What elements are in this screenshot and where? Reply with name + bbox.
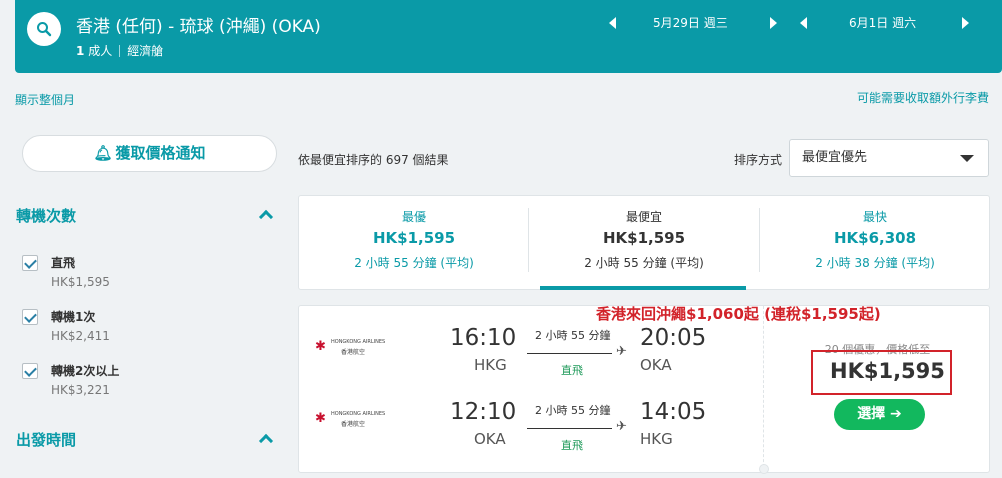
- airline-mark-icon: ✱: [315, 339, 326, 354]
- departure-time: 12:10: [450, 399, 517, 425]
- passenger-count: 1: [76, 44, 85, 58]
- arrival-airport: OKA: [640, 356, 672, 374]
- filter-price: HK$1,595: [51, 275, 110, 289]
- flight-duration: 2 小時 55 分鐘: [535, 404, 611, 417]
- passenger-type: 成人: [88, 44, 113, 58]
- search-summary-bar: 香港 (任何) - 琉球 (沖繩) (OKA) 1 成人 經濟艙 5月29日 週三…: [15, 0, 1002, 73]
- promo-annotation: 香港來回沖繩$1,060起 (連稅$1,595起): [596, 305, 881, 323]
- airline-logo: ✱ HONGKONG AIRLINES 香港航空: [315, 336, 385, 356]
- filter-label: 轉機1次: [51, 310, 96, 324]
- tab-price: HK$6,308: [833, 229, 917, 247]
- stops-label: 直飛: [561, 439, 583, 452]
- baggage-fee-link[interactable]: 可能需要收取額外行李費: [857, 89, 989, 106]
- search-button[interactable]: [27, 12, 61, 46]
- sort-label: 排序方式: [734, 153, 783, 167]
- checkbox-direct[interactable]: [22, 255, 38, 271]
- prev-return-date-button[interactable]: [800, 17, 807, 29]
- tab-price: HK$1,595: [602, 229, 686, 247]
- filter-label: 轉機2次以上: [51, 364, 120, 378]
- tab-duration: 2 小時 55 分鐘 (平均): [584, 256, 704, 270]
- flight-result-card[interactable]: ✱ HONGKONG AIRLINES 香港航空 16:10 HKG 2 小時 …: [298, 305, 990, 473]
- tab-duration: 2 小時 55 分鐘 (平均): [354, 256, 474, 270]
- results-count: 依最便宜排序的 697 個結果: [298, 153, 449, 167]
- price-highlight-box: [811, 350, 952, 395]
- chevron-up-icon[interactable]: [258, 433, 274, 449]
- price-alert-button[interactable]: 🔔︎ 獲取價格通知: [22, 135, 277, 172]
- show-month-link[interactable]: 顯示整個月: [15, 91, 75, 108]
- price-alert-label: 獲取價格通知: [115, 144, 206, 162]
- airline-name-en: HONGKONG AIRLINES: [331, 411, 386, 417]
- chevron-up-icon[interactable]: [258, 209, 274, 225]
- arrival-time: 14:05: [640, 399, 707, 425]
- divider: [119, 45, 121, 57]
- next-depart-date-button[interactable]: [770, 17, 777, 29]
- summary-tabs: 最優 HK$1,595 2 小時 55 分鐘 (平均) 最便宜 HK$1,595…: [298, 195, 990, 290]
- prev-depart-date-button[interactable]: [609, 17, 616, 29]
- airline-name-en: HONGKONG AIRLINES: [331, 339, 386, 345]
- plane-icon: ✈: [616, 344, 627, 359]
- airline-logo: ✱ HONGKONG AIRLINES 香港航空: [315, 408, 385, 428]
- arrival-airport: HKG: [640, 430, 673, 448]
- airline-mark-icon: ✱: [315, 411, 326, 426]
- tab-cheapest[interactable]: 最便宜 HK$1,595 2 小時 55 分鐘 (平均): [529, 196, 759, 289]
- departure-airport: HKG: [474, 356, 507, 374]
- tab-best[interactable]: 最優 HK$1,595 2 小時 55 分鐘 (平均): [299, 196, 529, 289]
- flight-duration: 2 小時 55 分鐘: [535, 329, 611, 342]
- checkbox-one-stop[interactable]: [22, 309, 38, 325]
- tab-title: 最優: [401, 210, 426, 224]
- passenger-cabin-summary[interactable]: 1 成人 經濟艙: [76, 42, 163, 59]
- tab-title: 最快: [862, 210, 887, 224]
- sort-value: 最便宜優先: [802, 150, 868, 165]
- filter-price: HK$2,411: [51, 329, 110, 343]
- tab-fastest[interactable]: 最快 HK$6,308 2 小時 38 分鐘 (平均): [760, 196, 990, 289]
- next-return-date-button[interactable]: [962, 17, 969, 29]
- search-icon: [37, 22, 52, 37]
- select-button[interactable]: 選擇 ➔: [834, 399, 925, 430]
- active-tab-indicator: [540, 286, 746, 290]
- depart-date[interactable]: 5月29日 週三: [653, 14, 728, 31]
- airline-name-zh: 香港航空: [341, 421, 366, 428]
- departure-airport: OKA: [474, 430, 506, 448]
- filter-label: 直飛: [51, 256, 76, 270]
- checkbox-two-plus-stops[interactable]: [22, 363, 38, 379]
- departure-time: 16:10: [450, 325, 517, 351]
- return-date[interactable]: 6月1日 週六: [849, 14, 916, 31]
- tab-duration: 2 小時 38 分鐘 (平均): [815, 256, 935, 270]
- tab-price: HK$1,595: [372, 229, 456, 247]
- arrival-time: 20:05: [640, 325, 707, 351]
- cabin-class: 經濟艙: [127, 44, 164, 58]
- stops-section-title[interactable]: 轉機次數: [16, 205, 76, 226]
- filter-price: HK$3,221: [51, 383, 110, 397]
- flight-line: [527, 353, 612, 354]
- stops-label: 直飛: [561, 364, 583, 377]
- tab-title: 最便宜: [625, 210, 662, 224]
- route-title[interactable]: 香港 (任何) - 琉球 (沖繩) (OKA): [76, 12, 321, 37]
- card-notch: [759, 464, 769, 474]
- sort-select[interactable]: 最便宜優先: [789, 139, 989, 177]
- plane-icon: ✈: [616, 419, 627, 434]
- caret-down-icon: [960, 155, 974, 162]
- flight-line: [527, 428, 612, 429]
- bell-icon: 🔔︎: [93, 144, 113, 162]
- departure-time-section-title[interactable]: 出發時間: [16, 429, 76, 450]
- airline-name-zh: 香港航空: [341, 349, 366, 356]
